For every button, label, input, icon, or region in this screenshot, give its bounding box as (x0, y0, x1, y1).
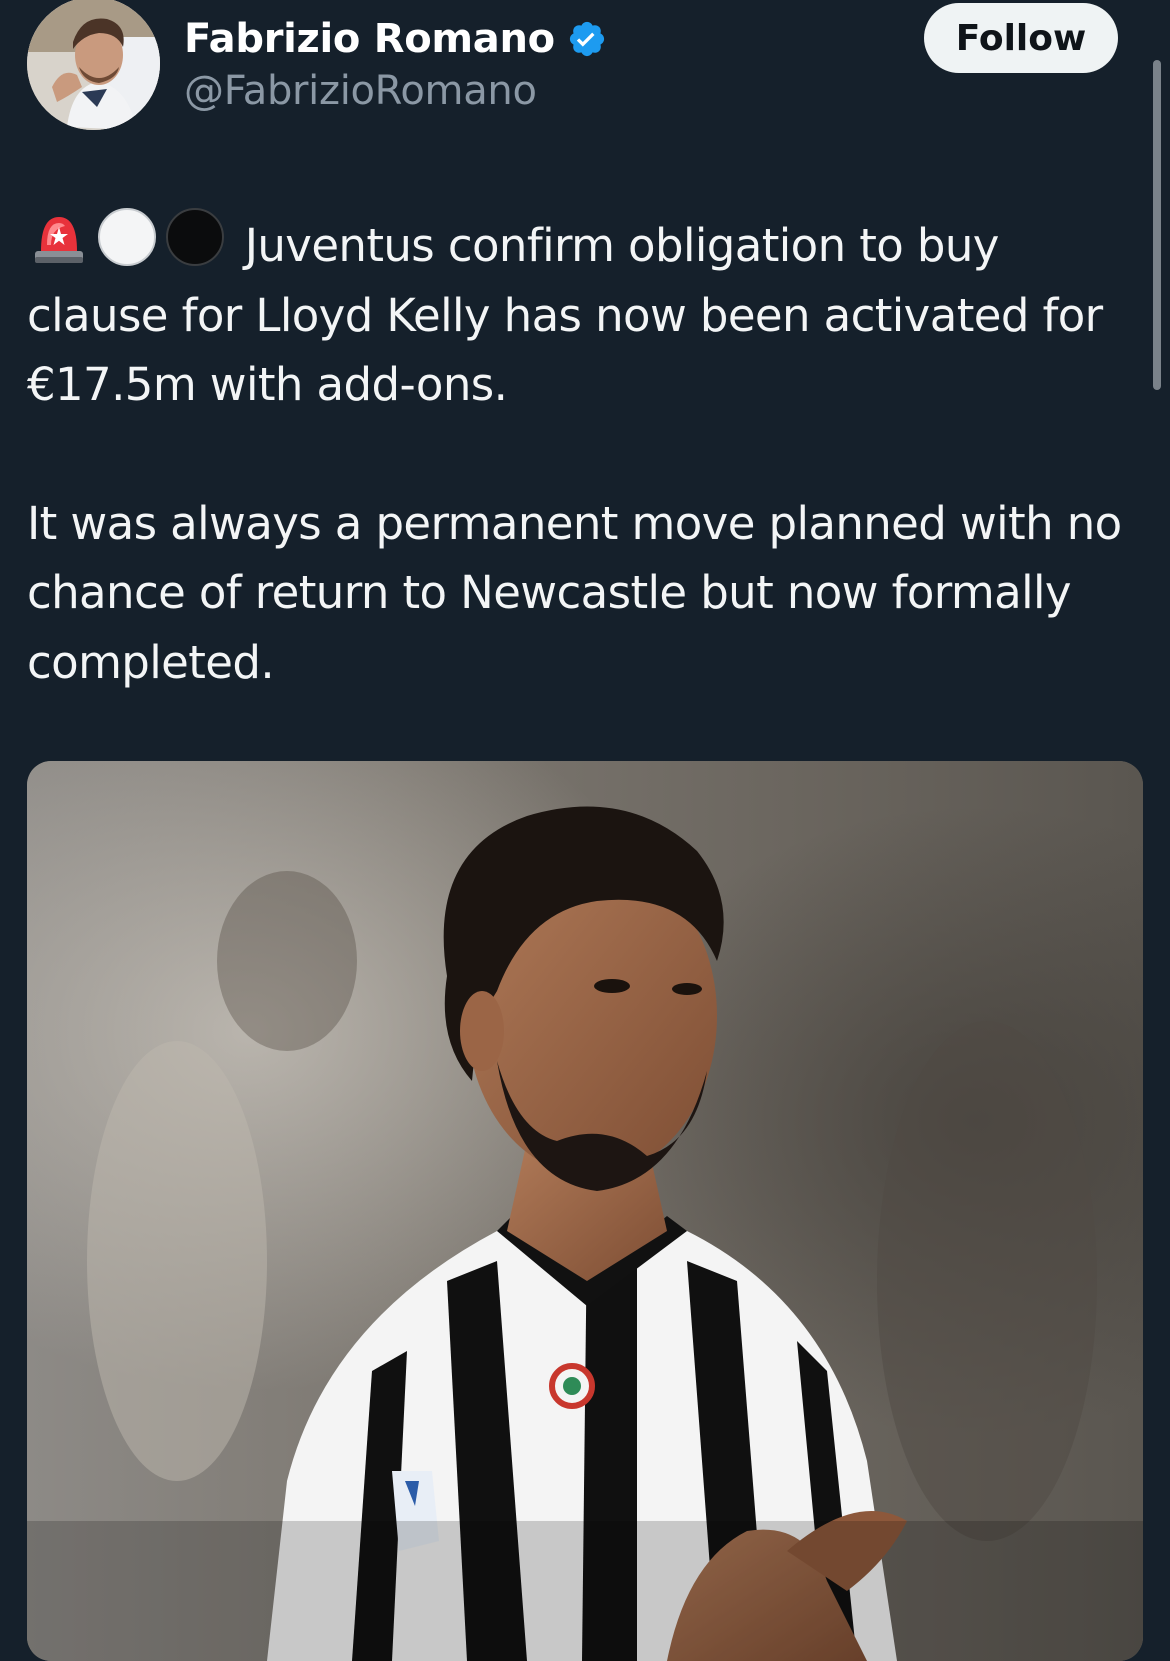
verified-badge-icon (567, 19, 607, 59)
avatar-photo (27, 0, 160, 130)
scrollbar[interactable] (1153, 60, 1161, 390)
player-photo (27, 761, 1143, 1661)
tweet-text: Juventus confirm obligation to buy claus… (27, 205, 1147, 697)
author-handle[interactable]: @FabrizioRomano (184, 68, 537, 114)
follow-button[interactable]: Follow (924, 3, 1118, 73)
police-light-icon (27, 205, 91, 269)
tweet-paragraph-1: Juventus confirm obligation to buy claus… (27, 205, 1147, 420)
tweet: Fabrizio Romano @FabrizioRomano Follow J… (0, 0, 1170, 1661)
avatar[interactable] (27, 0, 160, 130)
emoji-group (27, 208, 231, 272)
tweet-media-photo[interactable] (27, 761, 1143, 1661)
tweet-paragraph-2: It was always a permanent move planned w… (27, 496, 1122, 689)
black-circle-icon (163, 205, 227, 269)
author-name[interactable]: Fabrizio Romano (184, 16, 555, 62)
white-circle-icon (95, 205, 159, 269)
author-name-row[interactable]: Fabrizio Romano (184, 12, 607, 66)
